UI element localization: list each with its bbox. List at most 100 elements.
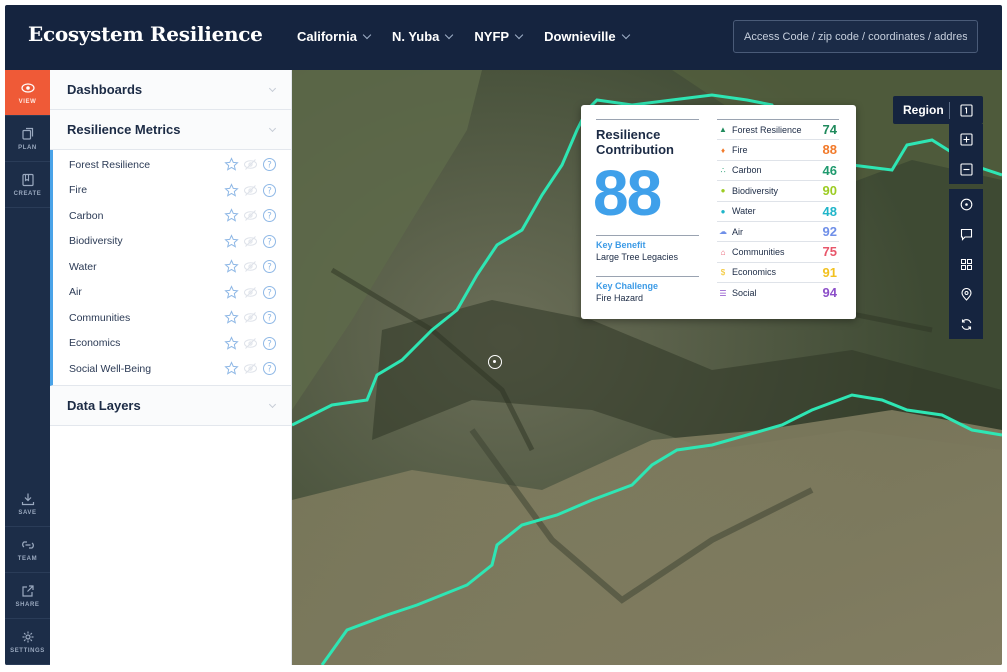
eye-off-icon[interactable] (243, 259, 258, 274)
eye-off-icon[interactable] (243, 183, 258, 198)
help-icon[interactable]: ? (262, 310, 277, 325)
score-label: Water (732, 206, 756, 217)
metric-actions: ? (224, 259, 277, 274)
droplet-icon: ● (720, 206, 726, 216)
flame-icon: ♦ (720, 145, 726, 155)
data-layers-section-header[interactable]: Data Layers (50, 385, 291, 426)
search-input[interactable] (733, 20, 978, 53)
eye-off-icon[interactable] (243, 361, 258, 376)
score-row: $ Economics 91 (717, 263, 839, 284)
metric-row[interactable]: Water ? (53, 254, 291, 280)
help-icon[interactable]: ? (262, 208, 277, 223)
external-link-icon (21, 584, 34, 597)
metric-row[interactable]: Air ? (53, 280, 291, 306)
key-benefit-value: Large Tree Legacies (596, 252, 679, 262)
chevron-down-icon (268, 124, 277, 133)
star-icon[interactable] (224, 157, 239, 172)
help-icon[interactable]: ? (262, 234, 277, 249)
people-icon: ☰ (719, 288, 727, 298)
star-icon[interactable] (224, 361, 239, 376)
refresh-icon (961, 318, 971, 330)
app-title: Ecosystem Resilience (28, 22, 263, 46)
rail-view-label: VIEW (18, 98, 37, 105)
score-label: Communities (732, 247, 785, 258)
help-icon[interactable]: ? (262, 336, 277, 351)
metric-label: Communities (69, 311, 131, 324)
breadcrumb-label: N. Yuba (391, 29, 440, 44)
help-icon[interactable]: ? (262, 259, 277, 274)
star-icon[interactable] (224, 335, 239, 351)
metric-row[interactable]: Biodiversity ? (53, 229, 291, 255)
zoom-out-button[interactable] (949, 154, 983, 184)
rail-settings-label: SETTINGS (10, 647, 45, 654)
resilience-metrics-section-header[interactable]: Resilience Metrics (50, 110, 291, 150)
eye-off-icon[interactable] (243, 234, 258, 249)
breadcrumb-state[interactable]: California (297, 29, 372, 44)
eye-off-icon[interactable] (243, 336, 258, 351)
rail-save-button[interactable]: SAVE (5, 481, 50, 527)
metric-row[interactable]: Social Well-Being ? (53, 356, 291, 382)
rail-share-button[interactable]: SHARE (5, 573, 50, 619)
star-icon[interactable] (224, 208, 239, 223)
resilience-metrics-title: Resilience Metrics (67, 122, 181, 137)
metric-actions: ? (224, 335, 277, 351)
score-list: ▲ Forest Resilience 74 ♦ Fire 88 ∴ Carbon 46 ● Bio… (717, 120, 839, 304)
metric-row[interactable]: Economics ? (53, 331, 291, 357)
breadcrumb-label: California (297, 29, 357, 44)
rail-plan-label: PLAN (18, 144, 37, 151)
breadcrumb-label: Downieville (544, 29, 616, 44)
star-icon[interactable] (224, 310, 239, 325)
eye-off-icon[interactable] (243, 310, 258, 325)
metric-label: Air (69, 286, 82, 299)
locate-button[interactable] (949, 189, 983, 219)
help-icon[interactable]: ? (262, 361, 277, 376)
map-location-marker[interactable] (488, 355, 502, 369)
rail-settings-button[interactable]: SETTINGS (5, 619, 50, 665)
eye-off-icon[interactable] (243, 157, 258, 172)
rail-plan-button[interactable]: PLAN (5, 116, 50, 162)
breadcrumb-area[interactable]: Downieville (544, 29, 630, 44)
metric-row[interactable]: Forest Resilience ? (53, 152, 291, 178)
help-icon[interactable]: ? (262, 285, 277, 300)
breadcrumb-project[interactable]: NYFP (474, 29, 524, 44)
score-row: ● Biodiversity 90 (717, 181, 839, 202)
help-icon[interactable]: ? (262, 183, 277, 198)
zoom-in-button[interactable] (949, 124, 983, 154)
region-control: Region (893, 96, 983, 124)
star-icon[interactable] (224, 182, 239, 198)
top-bar: Ecosystem Resilience California N. Yuba … (5, 5, 1002, 70)
grid-button[interactable] (949, 249, 983, 279)
chevron-down-icon (445, 30, 454, 39)
map-pin-icon (960, 287, 972, 301)
help-icon[interactable]: ? (262, 157, 277, 172)
rail-view-button[interactable]: VIEW (5, 70, 50, 116)
comment-icon (960, 228, 972, 241)
score-row: ▲ Forest Resilience 74 (717, 120, 839, 141)
star-icon[interactable] (224, 284, 239, 300)
eye-icon (20, 82, 35, 93)
rail-create-button[interactable]: CREATE (5, 162, 50, 208)
eye-off-icon[interactable] (243, 208, 258, 223)
metric-row[interactable]: Communities ? (53, 305, 291, 331)
house-icon: ⌂ (720, 247, 726, 257)
score-row: ☁ Air 92 (717, 222, 839, 243)
refresh-button[interactable] (949, 309, 983, 339)
rail-share-label: SHARE (15, 601, 40, 608)
eye-off-icon[interactable] (243, 285, 258, 300)
region-level-button[interactable] (952, 100, 980, 120)
comment-button[interactable] (949, 219, 983, 249)
metric-row[interactable]: Fire ? (53, 178, 291, 204)
breadcrumb-region[interactable]: N. Yuba (391, 29, 454, 44)
square-one-icon (959, 103, 973, 117)
dashboards-section-header[interactable]: Dashboards (50, 70, 291, 110)
dollar-icon: $ (720, 267, 726, 277)
pin-button[interactable] (949, 279, 983, 309)
score-label: Fire (732, 145, 748, 156)
score-label: Forest Resilience (732, 124, 802, 135)
metric-row[interactable]: Carbon ? (53, 203, 291, 229)
star-icon[interactable] (224, 233, 239, 249)
star-icon[interactable] (224, 259, 239, 274)
target-icon (960, 198, 972, 210)
rail-team-button[interactable]: TEAM (5, 527, 50, 573)
score-value: 46 (822, 162, 837, 178)
